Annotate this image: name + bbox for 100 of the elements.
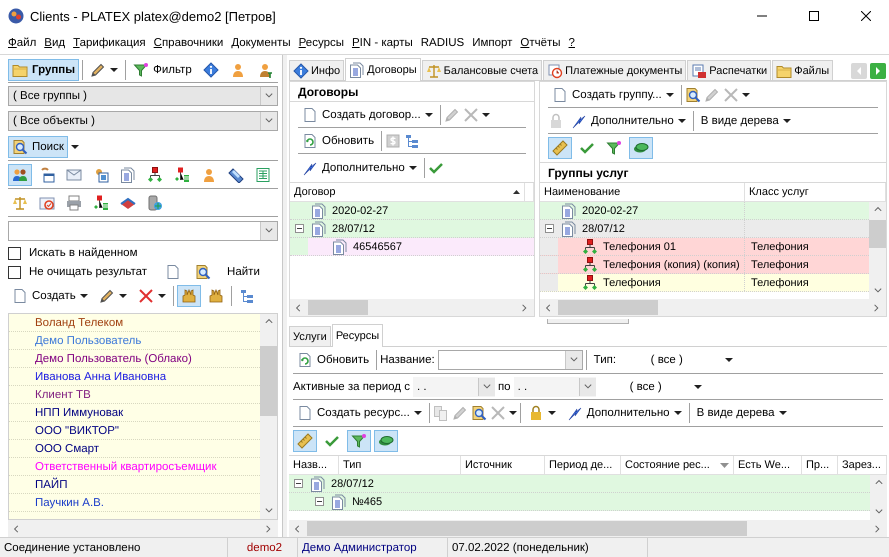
scrollbar-thumb[interactable]: [308, 300, 368, 315]
menu-item[interactable]: Вид: [40, 37, 70, 49]
tab[interactable]: Услуги: [289, 326, 331, 346]
column-header[interactable]: Источник: [461, 456, 545, 474]
filter-button[interactable]: Фильтр: [129, 58, 196, 80]
menu-item[interactable]: Отчёты: [516, 37, 565, 49]
tree-row[interactable]: №465: [289, 493, 870, 511]
checkbox[interactable]: [8, 246, 21, 260]
create-button[interactable]: Создать: [8, 285, 92, 307]
object-type-button[interactable]: [8, 164, 32, 186]
column-header[interactable]: Состояние рес...: [621, 456, 734, 474]
people-icon: [12, 166, 28, 182]
scroll-right-button[interactable]: [869, 62, 887, 80]
more-button[interactable]: Дополнительно: [562, 402, 686, 424]
date-field[interactable]: . .: [412, 376, 495, 396]
view-toggle[interactable]: [629, 137, 653, 159]
column-header[interactable]: Пр...: [802, 456, 838, 474]
column-header[interactable]: Наименование: [540, 183, 745, 201]
view-mode-button[interactable]: В виде дерева: [696, 110, 795, 132]
tree-row[interactable]: Телефония 01 Телефония: [540, 238, 869, 256]
view-toggle[interactable]: [176, 285, 201, 307]
wand-icon: [302, 160, 318, 176]
search-field[interactable]: [8, 220, 278, 240]
refresh-button[interactable]: Обновить: [293, 349, 374, 371]
find-button[interactable]: Найти: [191, 261, 264, 283]
menu-item[interactable]: Тарификация: [69, 37, 150, 49]
create-group-button[interactable]: Создать группу...: [548, 84, 678, 106]
object-select[interactable]: ( Все объекты ): [8, 111, 278, 131]
menu-item[interactable]: Импорт: [468, 37, 516, 49]
table-cell-text: Телефония: [750, 276, 809, 288]
group-select[interactable]: ( Все группы ): [8, 86, 278, 106]
tree-row[interactable]: Телефония (копия) (копия) Телефония: [540, 256, 869, 274]
hierarchy-icon: [582, 274, 598, 290]
vertical-scrollbar[interactable]: [870, 475, 887, 520]
menu-item[interactable]: ?: [564, 37, 579, 49]
column-header[interactable]: Зарез...: [838, 456, 887, 474]
tree-row[interactable]: 28/07/12: [289, 475, 870, 493]
menu-item[interactable]: PIN - карты: [348, 37, 417, 49]
dropdown-button[interactable]: [564, 351, 582, 369]
column-header[interactable]: Класс услуг: [745, 183, 886, 201]
view-toggle[interactable]: [347, 430, 371, 452]
column-header[interactable]: Тип: [339, 456, 461, 474]
tree-row[interactable]: 28/07/12: [290, 220, 534, 238]
more-button[interactable]: Дополнительно: [567, 110, 690, 132]
column-header[interactable]: Договор: [290, 183, 525, 201]
checkbox[interactable]: [8, 266, 21, 278]
menu-item[interactable]: Файл: [4, 37, 40, 49]
tree-row[interactable]: 2020-02-27: [290, 202, 534, 220]
tree-row[interactable]: 28/07/12: [540, 220, 869, 238]
horizontal-scrollbar[interactable]: [8, 520, 278, 537]
search-button[interactable]: Поиск: [8, 136, 68, 158]
menu-item[interactable]: Ресурсы: [294, 37, 348, 49]
scrollbar-thumb[interactable]: [307, 521, 747, 536]
vertical-scrollbar[interactable]: [260, 314, 277, 519]
dropdown-button[interactable]: [478, 378, 495, 396]
tab[interactable]: Инфо: [289, 60, 344, 80]
tree-row[interactable]: Телефония Телефония: [540, 274, 869, 292]
tab[interactable]: Файлы: [772, 60, 834, 80]
state-select[interactable]: ( все ): [626, 376, 706, 398]
menu-item[interactable]: Документы: [227, 37, 295, 49]
create-resource-button[interactable]: Создать ресурс...: [293, 402, 426, 424]
scrollbar-thumb[interactable]: [869, 220, 886, 248]
column-header[interactable]: Период де...: [545, 456, 621, 474]
tab[interactable]: Распечатки: [687, 60, 772, 80]
splitter-handle[interactable]: [547, 318, 629, 324]
view-toggle[interactable]: [374, 430, 398, 452]
groups-button[interactable]: Группы: [8, 58, 80, 80]
tree-row[interactable]: 2020-02-27: [540, 202, 869, 220]
vertical-scrollbar[interactable]: [869, 202, 886, 299]
date-field[interactable]: . .: [514, 376, 596, 396]
collapse-toggle[interactable]: [294, 224, 304, 233]
collapse-toggle[interactable]: [544, 224, 554, 233]
menu-item[interactable]: RADIUS: [416, 37, 468, 49]
horizontal-scrollbar[interactable]: [290, 299, 534, 316]
tab[interactable]: Платежные документы: [543, 60, 686, 80]
type-select[interactable]: ( все ): [646, 349, 737, 371]
horizontal-scrollbar[interactable]: [540, 299, 886, 316]
collapse-toggle[interactable]: [314, 497, 324, 506]
refresh-button[interactable]: Обновить: [298, 130, 378, 152]
view-toggle[interactable]: [293, 430, 317, 452]
column-header[interactable]: Есть We...: [734, 456, 802, 474]
more-button[interactable]: Дополнительно: [298, 157, 421, 179]
tab[interactable]: Договоры: [345, 58, 421, 81]
view-toggle[interactable]: [548, 137, 572, 159]
collapse-toggle[interactable]: [294, 479, 302, 488]
scrollbar-thumb[interactable]: [260, 346, 277, 416]
view-mode-button[interactable]: В виде дерева: [692, 402, 791, 424]
tab[interactable]: Балансовые счета: [422, 60, 542, 80]
horizontal-scrollbar[interactable]: [289, 520, 887, 537]
tree-item-label: Телефония: [602, 276, 661, 288]
tab[interactable]: Ресурсы: [332, 324, 384, 347]
tree-row[interactable]: 46546567: [290, 238, 534, 256]
column-header[interactable]: Назв...: [289, 456, 339, 474]
scrollbar-thumb[interactable]: [558, 300, 658, 315]
dropdown-button[interactable]: [578, 378, 596, 396]
create-contract-button[interactable]: Создать договор...: [298, 104, 437, 126]
status-text: Соединение установлено: [0, 538, 228, 557]
name-field[interactable]: [438, 350, 583, 370]
dropdown-button[interactable]: [260, 222, 277, 240]
menu-item[interactable]: Справочники: [150, 37, 228, 49]
